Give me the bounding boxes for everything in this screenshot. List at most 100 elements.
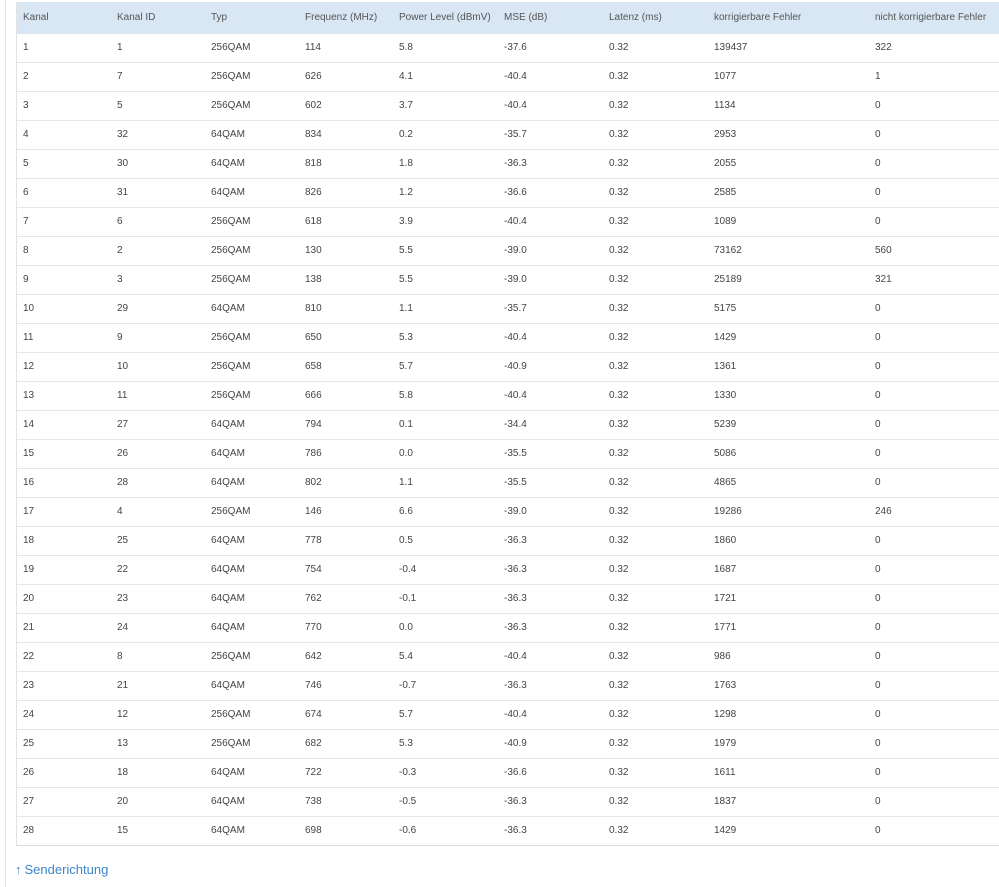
cell-nicht-korrigierbare-fehler: 0 — [869, 728, 999, 758]
cell-typ: 256QAM — [205, 264, 299, 294]
cell-latenz: 0.32 — [603, 467, 708, 497]
cell-mse: -36.3 — [498, 815, 603, 845]
cell-power-level: -0.4 — [393, 554, 498, 584]
cell-korrigierbare-fehler: 1979 — [708, 728, 869, 758]
cell-kanal: 10 — [17, 293, 111, 323]
cell-korrigierbare-fehler: 1298 — [708, 699, 869, 729]
cell-mse: -39.0 — [498, 496, 603, 526]
cell-latenz: 0.32 — [603, 32, 708, 62]
cell-typ: 256QAM — [205, 728, 299, 758]
cell-typ: 256QAM — [205, 351, 299, 381]
cell-kanal: 3 — [17, 90, 111, 120]
cell-nicht-korrigierbare-fehler: 0 — [869, 351, 999, 381]
cell-nicht-korrigierbare-fehler: 0 — [869, 409, 999, 439]
cell-power-level: -0.1 — [393, 583, 498, 613]
cell-nicht-korrigierbare-fehler: 0 — [869, 670, 999, 700]
cell-typ: 256QAM — [205, 235, 299, 265]
table-row: 3 5 256QAM 602 3.7 -40.4 0.32 1134 0 — [17, 90, 999, 120]
table-body: 1 1 256QAM 114 5.8 -37.6 0.32 139437 322 2 7 256QAM… — [17, 32, 999, 845]
cell-power-level: 1.2 — [393, 177, 498, 207]
cell-latenz: 0.32 — [603, 554, 708, 584]
cell-power-level: 5.7 — [393, 351, 498, 381]
cell-typ: 64QAM — [205, 757, 299, 787]
cell-nicht-korrigierbare-fehler: 0 — [869, 148, 999, 178]
cell-power-level: 3.9 — [393, 206, 498, 236]
cell-korrigierbare-fehler: 2055 — [708, 148, 869, 178]
cell-kanal: 22 — [17, 641, 111, 671]
cell-power-level: 5.3 — [393, 322, 498, 352]
cell-korrigierbare-fehler: 1837 — [708, 786, 869, 816]
cell-frequenz: 650 — [299, 322, 393, 352]
column-header-kanal-id: Kanal ID — [117, 11, 156, 23]
cell-latenz: 0.32 — [603, 786, 708, 816]
cell-nicht-korrigierbare-fehler: 0 — [869, 380, 999, 410]
table-row: 13 11 256QAM 666 5.8 -40.4 0.32 1330 0 — [17, 380, 999, 410]
cell-korrigierbare-fehler: 2953 — [708, 119, 869, 149]
cell-kanal: 18 — [17, 525, 111, 555]
cell-power-level: 5.4 — [393, 641, 498, 671]
cell-latenz: 0.32 — [603, 757, 708, 787]
cell-kanal: 8 — [17, 235, 111, 265]
cell-korrigierbare-fehler: 986 — [708, 641, 869, 671]
table-row: 16 28 64QAM 802 1.1 -35.5 0.32 4865 0 — [17, 467, 999, 497]
cell-power-level: 5.3 — [393, 728, 498, 758]
cell-power-level: 6.6 — [393, 496, 498, 526]
cell-kanal: 23 — [17, 670, 111, 700]
cell-kanal-id: 11 — [111, 380, 205, 410]
cell-kanal-id: 22 — [111, 554, 205, 584]
column-header-kanal: Kanal — [23, 11, 49, 23]
cell-mse: -37.6 — [498, 32, 603, 62]
cell-latenz: 0.32 — [603, 612, 708, 642]
cell-nicht-korrigierbare-fehler: 0 — [869, 322, 999, 352]
column-header-latenz: Latenz (ms) — [609, 11, 662, 23]
table-row: 19 22 64QAM 754 -0.4 -36.3 0.32 1687 0 — [17, 554, 999, 584]
cell-typ: 256QAM — [205, 322, 299, 352]
cell-kanal-id: 8 — [111, 641, 205, 671]
cell-typ: 64QAM — [205, 438, 299, 468]
cell-nicht-korrigierbare-fehler: 0 — [869, 786, 999, 816]
table-row: 17 4 256QAM 146 6.6 -39.0 0.32 19286 246 — [17, 496, 999, 526]
cell-nicht-korrigierbare-fehler: 0 — [869, 583, 999, 613]
cell-korrigierbare-fehler: 1429 — [708, 815, 869, 845]
cell-mse: -40.4 — [498, 206, 603, 236]
table-row: 20 23 64QAM 762 -0.1 -36.3 0.32 1721 0 — [17, 583, 999, 613]
senderichtung-link[interactable]: ↑ Senderichtung — [15, 862, 108, 877]
cell-kanal: 7 — [17, 206, 111, 236]
cell-nicht-korrigierbare-fehler: 0 — [869, 119, 999, 149]
table-row: 23 21 64QAM 746 -0.7 -36.3 0.32 1763 0 — [17, 670, 999, 700]
cell-latenz: 0.32 — [603, 380, 708, 410]
cell-mse: -36.3 — [498, 583, 603, 613]
cell-power-level: 0.1 — [393, 409, 498, 439]
cell-mse: -36.6 — [498, 177, 603, 207]
cell-korrigierbare-fehler: 1429 — [708, 322, 869, 352]
cell-korrigierbare-fehler: 1611 — [708, 757, 869, 787]
cell-frequenz: 658 — [299, 351, 393, 381]
cell-kanal: 15 — [17, 438, 111, 468]
cell-kanal-id: 10 — [111, 351, 205, 381]
cell-frequenz: 130 — [299, 235, 393, 265]
cell-korrigierbare-fehler: 5086 — [708, 438, 869, 468]
cell-mse: -36.3 — [498, 525, 603, 555]
page-left-edge — [0, 0, 6, 887]
cell-kanal: 9 — [17, 264, 111, 294]
table-row: 22 8 256QAM 642 5.4 -40.4 0.32 986 0 — [17, 641, 999, 671]
cell-frequenz: 146 — [299, 496, 393, 526]
cell-nicht-korrigierbare-fehler: 0 — [869, 815, 999, 845]
cell-nicht-korrigierbare-fehler: 0 — [869, 699, 999, 729]
cell-power-level: -0.3 — [393, 757, 498, 787]
cell-kanal: 1 — [17, 32, 111, 62]
table-row: 28 15 64QAM 698 -0.6 -36.3 0.32 1429 0 — [17, 815, 999, 845]
cell-frequenz: 826 — [299, 177, 393, 207]
cell-korrigierbare-fehler: 1361 — [708, 351, 869, 381]
cell-nicht-korrigierbare-fehler: 0 — [869, 525, 999, 555]
cell-frequenz: 746 — [299, 670, 393, 700]
cell-power-level: 1.1 — [393, 467, 498, 497]
cell-nicht-korrigierbare-fehler: 322 — [869, 32, 999, 62]
cell-korrigierbare-fehler: 19286 — [708, 496, 869, 526]
cell-power-level: 0.0 — [393, 612, 498, 642]
cell-korrigierbare-fehler: 73162 — [708, 235, 869, 265]
cell-latenz: 0.32 — [603, 583, 708, 613]
cell-mse: -36.3 — [498, 786, 603, 816]
cell-power-level: -0.5 — [393, 786, 498, 816]
table-row: 15 26 64QAM 786 0.0 -35.5 0.32 5086 0 — [17, 438, 999, 468]
